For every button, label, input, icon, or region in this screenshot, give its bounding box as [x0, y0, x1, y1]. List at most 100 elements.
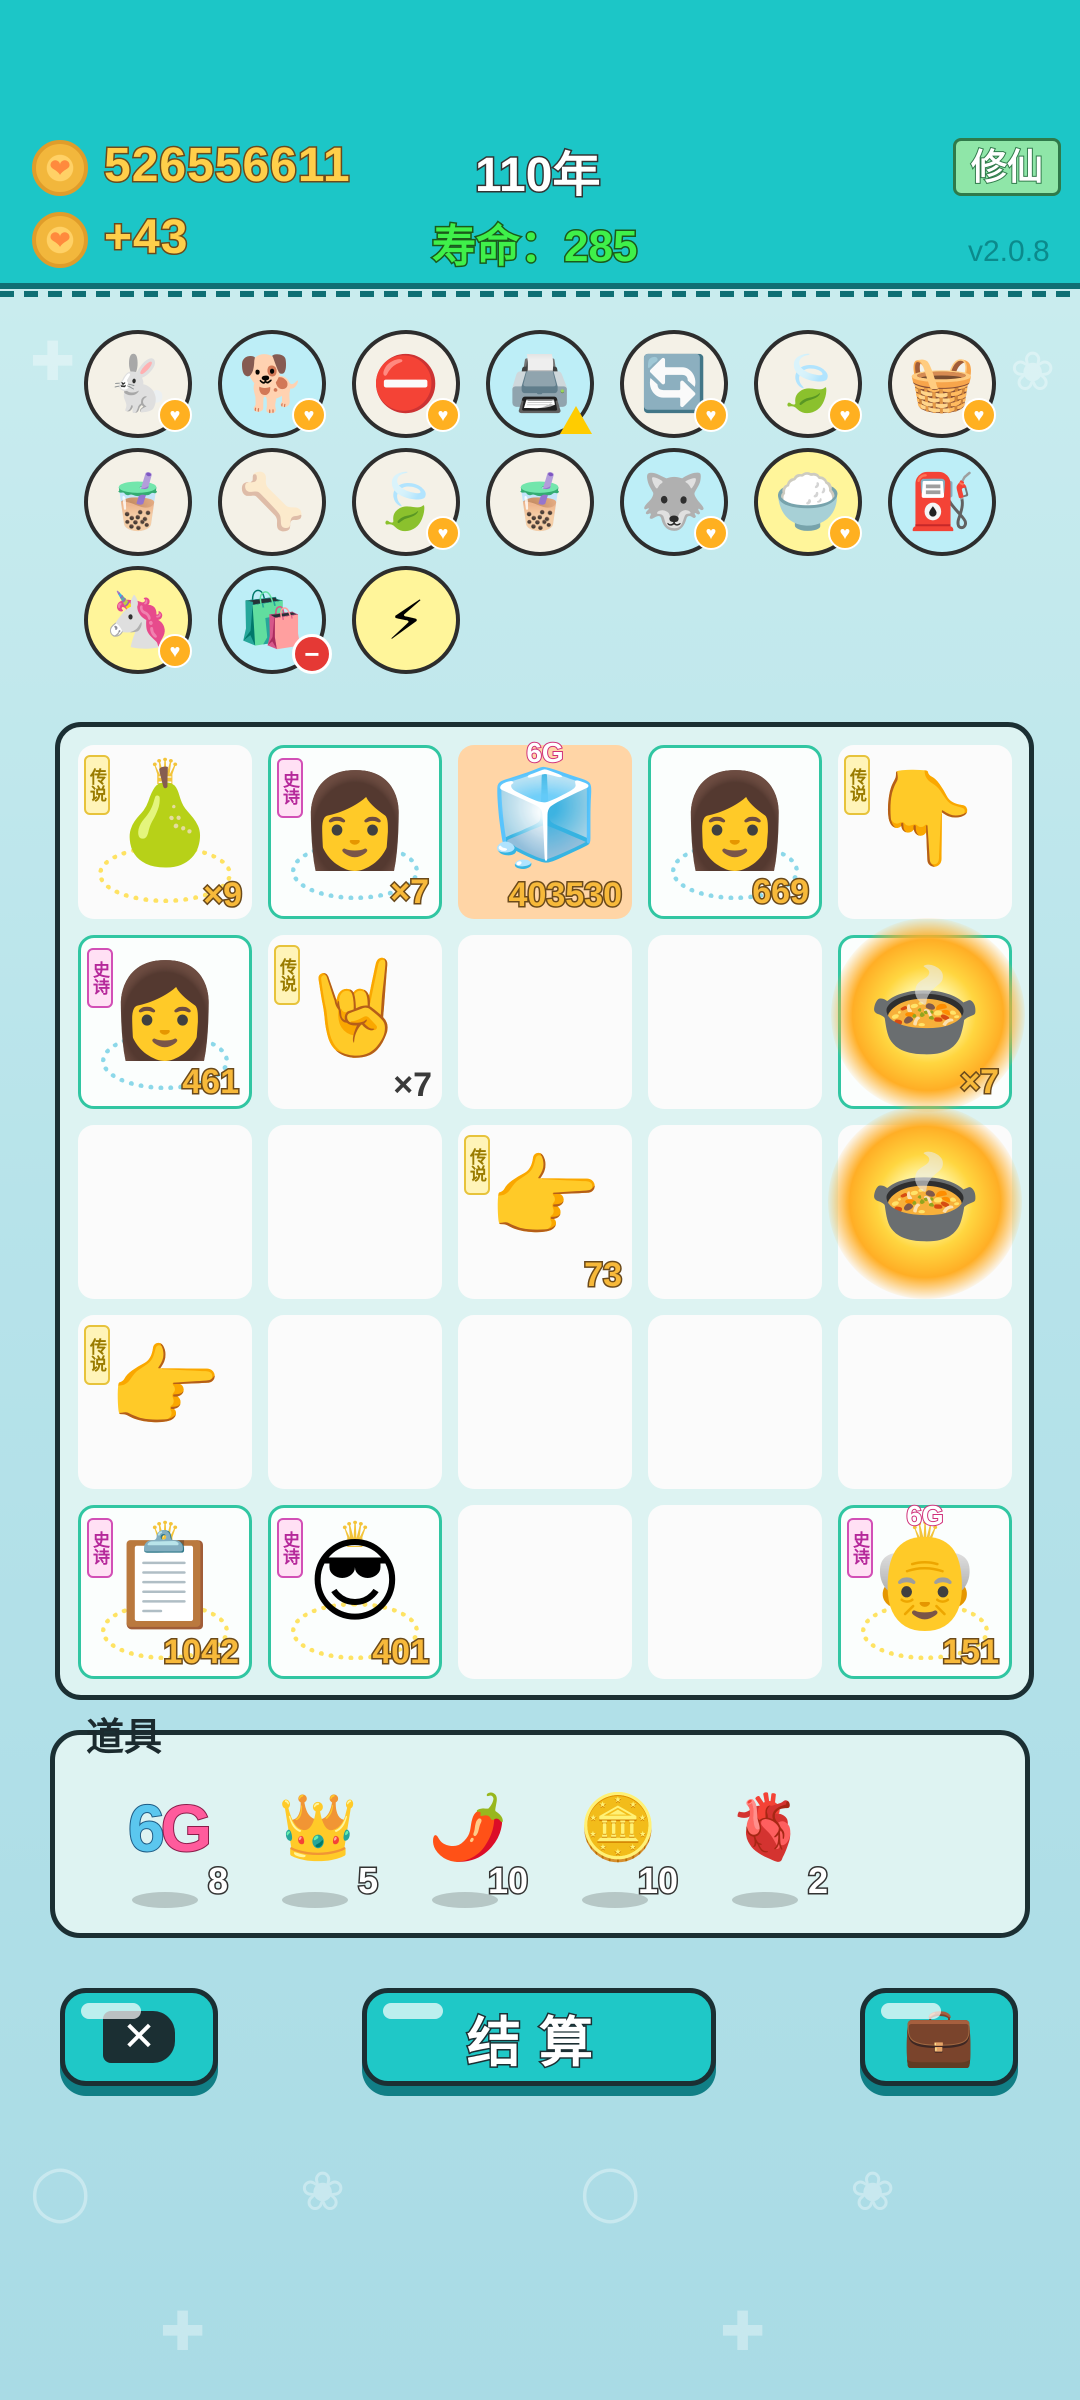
cell-empty[interactable] [458, 1505, 632, 1679]
cell-item-glyph: 🤘 [297, 957, 413, 1059]
cell-count: ×7 [389, 872, 431, 913]
cell-empty[interactable] [838, 1315, 1012, 1489]
cell-count: 401 [371, 1632, 431, 1673]
cell-aunt-face[interactable]: 👩 史诗 ×7 [268, 745, 442, 919]
cell-item-glyph: 👩 [677, 770, 793, 872]
cell-rock-hand[interactable]: 🤘 传说 ×7 [268, 935, 442, 1109]
coin-item[interactable]: 🪙 10 [558, 1790, 680, 1920]
cell-item-glyph: 👉 [107, 1337, 223, 1439]
dog-bowl-icon[interactable]: 🦴 [218, 448, 326, 556]
cell-pointing-hand[interactable]: 👇 传说 [838, 745, 1012, 919]
cell-count: ×7 [959, 1062, 1001, 1103]
leaf-icon[interactable]: 🍃 ♥ [352, 448, 460, 556]
cell-empty[interactable] [78, 1125, 252, 1299]
unicorn-icon[interactable]: 🦄 ♥ [84, 566, 192, 674]
delete-button[interactable]: ✕ [60, 1988, 218, 2086]
coin-item-icon: 🪙 [578, 1791, 658, 1863]
cell-empty[interactable] [648, 1505, 822, 1679]
cell-pointing-hand-2[interactable]: 👉 传说 73 [458, 1125, 632, 1299]
chili-item-icon: 🌶️ [428, 1791, 508, 1863]
liver-item-icon: 🫀 [728, 1791, 808, 1863]
milk-tea-icon[interactable]: 🧋 [486, 448, 594, 556]
item-quantity: 8 [206, 1859, 229, 1903]
coin-income: +43 [102, 210, 189, 266]
cell-pointing-hand-3[interactable]: 👉 传说 [78, 1315, 252, 1489]
item-quantity: 2 [806, 1859, 829, 1903]
cell-empty[interactable] [268, 1315, 442, 1489]
milk-tea-icon-glyph: 🧋 [506, 471, 574, 532]
cell-golden-fruit[interactable]: ♛ 🍐 传说 ×9 [78, 745, 252, 919]
merge-board: ♛ 🍐 传说 ×9 👩 史诗 ×7 🧊 6G 403530 👩 669 👇 传说 👩 史诗 461 🤘 传说 ×7 🍲 ×… [55, 722, 1034, 1700]
cell-empty[interactable] [648, 1315, 822, 1489]
milk-tea-icon-glyph: 🧋 [104, 471, 172, 532]
heart-badge-icon: ♥ [426, 398, 460, 432]
coin-count: 526556611 [103, 138, 352, 194]
cell-item-glyph: 👉 [487, 1147, 603, 1249]
fruit-basket-icon[interactable]: 🧺 ♥ [888, 330, 996, 438]
settle-button[interactable]: 结算 [362, 1988, 716, 2086]
liver-item[interactable]: 🫀 2 [708, 1790, 830, 1920]
background-pattern: ❀ [300, 2162, 346, 2222]
minus-badge-icon: − [292, 634, 332, 674]
pump-icon[interactable]: ⛽ [888, 448, 996, 556]
dog-bowl-icon-glyph: 🦴 [238, 471, 306, 532]
background-pattern: ❀ [1010, 342, 1056, 402]
cell-item-glyph: 👴 [867, 1530, 983, 1632]
6g-item-icon: 6G [127, 1790, 213, 1866]
item-quantity: 10 [486, 1859, 529, 1903]
version-label: v2.0.8 [968, 235, 1050, 268]
cell-item-glyph: 🍐 [107, 767, 223, 869]
heart-badge-icon: ♥ [694, 398, 728, 432]
cell-item-glyph: 😎 [307, 1531, 403, 1633]
cell-ctrl-cv[interactable]: ♛ 📋 史诗 1042 [78, 1505, 252, 1679]
no-entry-icon[interactable]: ⛔ ♥ [352, 330, 460, 438]
cell-fire-pot[interactable]: 🍲 ×7 [831, 918, 1025, 1112]
cell-count: ×7 [393, 1066, 432, 1104]
cell-count: 1042 [162, 1632, 241, 1673]
background-pattern: ◯ [580, 2162, 641, 2222]
coin-icon: ❤ [32, 212, 88, 268]
cell-cool-man[interactable]: ♛ 😎 史诗 401 [268, 1505, 442, 1679]
background-pattern: ❀ [850, 2162, 896, 2222]
lifespan-label: 寿命：285 [430, 221, 638, 273]
garbage-bag-icon[interactable]: 🛍️ − [218, 566, 332, 674]
cell-aunt-face-3[interactable]: 👩 史诗 461 [78, 935, 252, 1109]
cell-empty[interactable] [648, 1125, 822, 1299]
top-status-bar: ❤ 526556611 ❤ +43 110年 寿命：285 修仙 v2.0.8 [0, 0, 1080, 297]
cell-fridge[interactable]: 🧊 6G 403530 [458, 736, 632, 919]
cell-fire-pot-2[interactable]: 🍲 [828, 1105, 1022, 1299]
crown-item-icon: 👑 [278, 1791, 358, 1863]
6g-item[interactable]: 6G 8 [108, 1790, 230, 1920]
rabbit-icon[interactable]: 🐇 ♥ [84, 330, 192, 438]
cell-empty[interactable] [268, 1125, 442, 1299]
pump-icon-glyph: ⛽ [908, 471, 976, 532]
heart-badge-icon: ♥ [694, 516, 728, 550]
cell-count: ×9 [202, 875, 244, 916]
heart-badge-icon: ♥ [158, 634, 192, 668]
lightning-icon[interactable]: ⚡ [352, 566, 460, 674]
heart-badge-icon: ♥ [158, 398, 192, 432]
heart-badge-icon: ♥ [292, 398, 326, 432]
cell-empty[interactable] [458, 1315, 632, 1489]
milk-tea-icon[interactable]: 🧋 [84, 448, 192, 556]
cell-count: 403530 [507, 875, 623, 916]
cultivate-button[interactable]: 修仙 [953, 138, 1061, 196]
bag-button[interactable]: 💼 [860, 1988, 1018, 2086]
printer-icon[interactable]: 🖨️ [486, 330, 594, 438]
cell-empty[interactable] [648, 935, 822, 1109]
cell-item-glyph: 👩 [107, 960, 223, 1062]
settle-label: 结算 [466, 2011, 611, 2074]
cell-old-man[interactable]: ♛ 👴 6G 史诗 151 [838, 1499, 1012, 1679]
rice-bowl-icon[interactable]: 🍚 ♥ [754, 448, 862, 556]
cell-empty[interactable] [458, 935, 632, 1109]
heart-badge-icon: ♥ [962, 398, 996, 432]
heart-badge-icon: ♥ [828, 398, 862, 432]
dog-icon[interactable]: 🐕 ♥ [218, 330, 326, 438]
husky-icon[interactable]: 🐺 ♥ [620, 448, 728, 556]
refresh-icon[interactable]: 🔄 ♥ [620, 330, 728, 438]
chili-item[interactable]: 🌶️ 10 [408, 1790, 530, 1920]
leaf-icon[interactable]: 🍃 ♥ [754, 330, 862, 438]
crown-item[interactable]: 👑 5 [258, 1790, 380, 1920]
heart-badge-icon: ♥ [426, 516, 460, 550]
cell-aunt-face-2[interactable]: 👩 669 [648, 745, 822, 919]
